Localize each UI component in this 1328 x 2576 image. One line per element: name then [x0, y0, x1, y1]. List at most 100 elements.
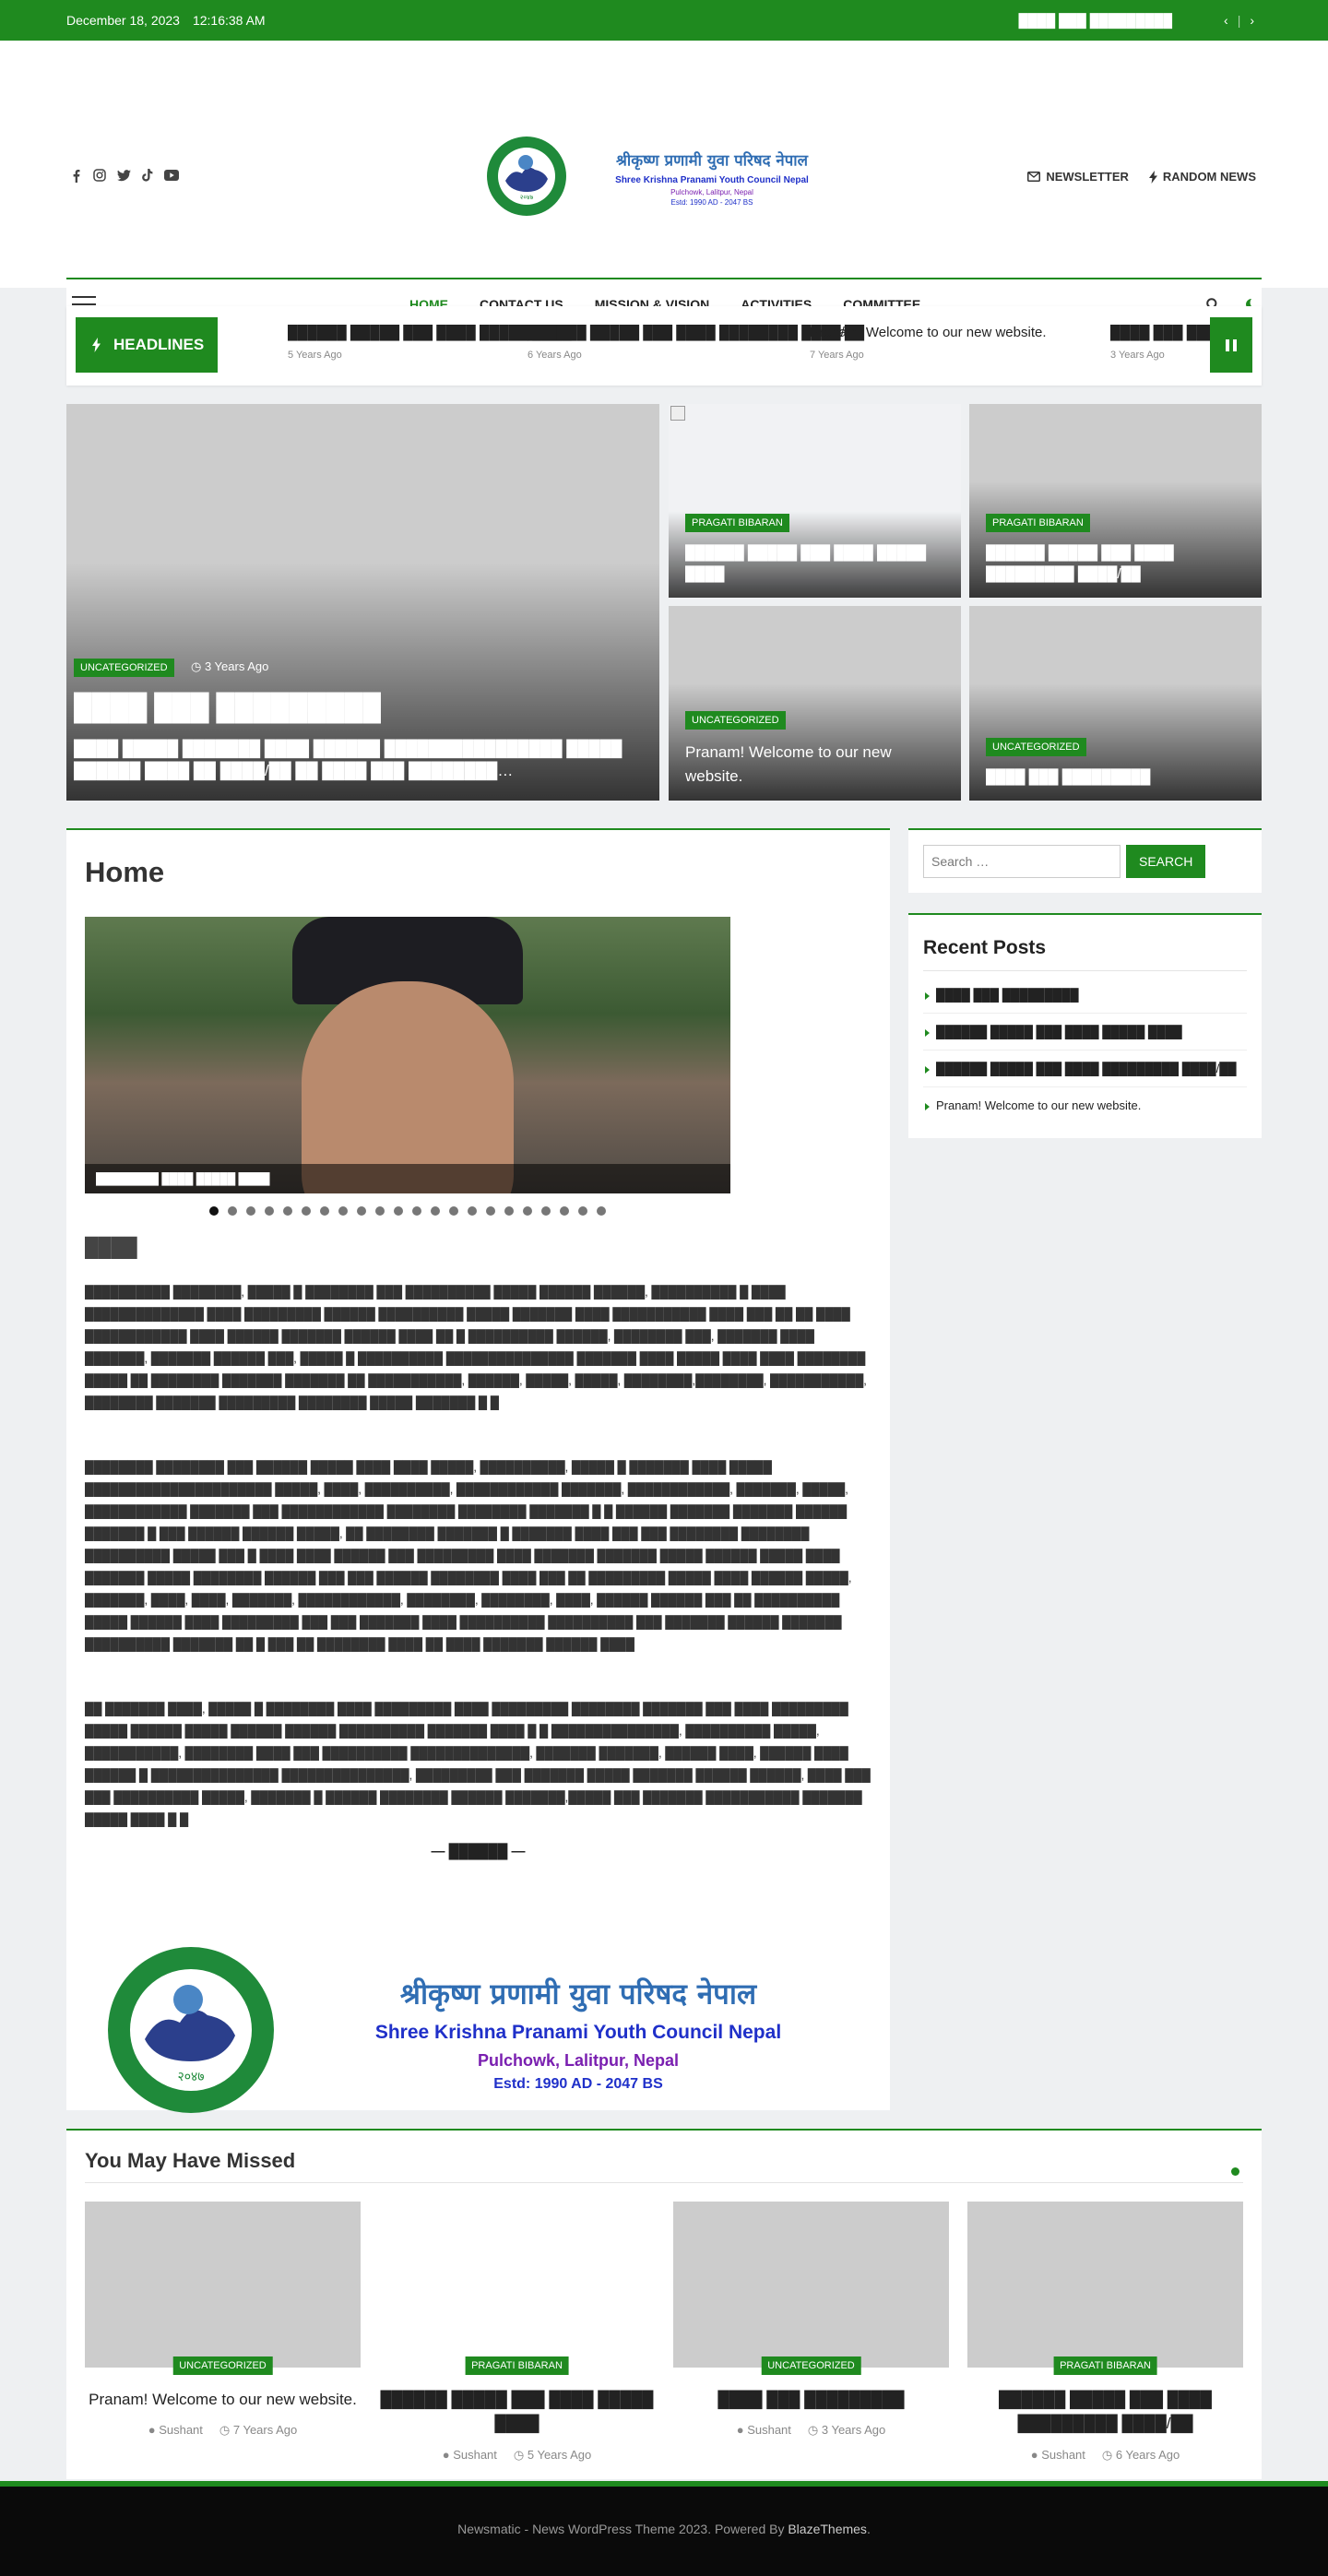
slider-dot[interactable] [504, 1206, 514, 1216]
category-badge[interactable]: PRAGATI BIBARAN [1053, 2356, 1157, 2375]
newsletter-link[interactable]: NEWSLETTER [1027, 170, 1129, 184]
organization-banner: २०४७ श्रीकृष्ण प्रणामी युवा परिषद नेपाल … [103, 1942, 841, 2118]
slider-dot[interactable] [412, 1206, 421, 1216]
banner-estd: Estd: 1990 AD - 2047 BS [493, 2076, 663, 2092]
site-header: २०४७ श्रीकृष्ण प्रणामी युवा परिषद नेपाल … [0, 41, 1328, 329]
slider-dot[interactable] [265, 1206, 274, 1216]
recent-post-link[interactable]: ██████ █████ ███ ████ █████████ ████/██ [923, 1051, 1247, 1087]
category-badge[interactable]: PRAGATI BIBARAN [465, 2356, 569, 2375]
youtube-icon[interactable] [164, 168, 179, 183]
missed-post-title[interactable]: ████ ███ █████████ [673, 2388, 949, 2412]
hero-card[interactable]: PRAGATI BIBARAN ██████ █████ ███ ████ ███… [969, 404, 1262, 598]
slider-dot[interactable] [541, 1206, 551, 1216]
category-badge[interactable]: UNCATEGORIZED [986, 737, 1086, 756]
post-time: ◷ 6 Years Ago [1101, 2447, 1180, 2462]
slider-dot[interactable] [357, 1206, 366, 1216]
category-badge[interactable]: UNCATEGORIZED [761, 2356, 861, 2375]
banner-address: Pulchowk, Lalitpur, Nepal [477, 2051, 680, 2070]
banner-seal-year: २०४७ [177, 2070, 204, 2084]
sidebar: Search … SEARCH Recent Posts ████ ███ ██… [908, 828, 1262, 1158]
slider-dot[interactable] [302, 1206, 311, 1216]
random-news-link[interactable]: RANDOM NEWS [1148, 170, 1256, 184]
you-may-have-missed: You May Have Missed UNCATEGORIZED Pranam… [66, 2129, 1262, 2479]
site-footer: Newsmatic - News WordPress Theme 2023. P… [0, 2481, 1328, 2576]
slider-dot[interactable] [597, 1206, 606, 1216]
content-paragraph: ██ ███████ ████, █████ █ ████████ ████ █… [85, 1702, 871, 1826]
slider-dot[interactable] [431, 1206, 440, 1216]
hero-main-card[interactable]: UNCATEGORIZED ◷ 3 Years Ago ████ ███ ███… [66, 404, 659, 801]
slider-dot[interactable] [320, 1206, 329, 1216]
post-time: ◷ 3 Years Ago [807, 2423, 886, 2438]
slider-dot[interactable] [578, 1206, 587, 1216]
image-slider[interactable]: ████████ ████ █████ ████ [85, 917, 730, 1193]
recent-post-link[interactable]: ████ ███ █████████ [923, 977, 1247, 1014]
section-title: You May Have Missed [85, 2149, 1243, 2183]
recent-post-link[interactable]: ██████ █████ ███ ████ █████ ████ [923, 1014, 1247, 1051]
hero-card-title[interactable]: ████ ███ █████████ [986, 767, 1245, 789]
hero-card[interactable]: UNCATEGORIZED ████ ███ █████████ [969, 606, 1262, 801]
slider-dot[interactable] [283, 1206, 292, 1216]
slider-dot[interactable] [228, 1206, 237, 1216]
slider-dot[interactable] [338, 1206, 348, 1216]
slider-dot[interactable] [486, 1206, 495, 1216]
slider-dot[interactable] [394, 1206, 403, 1216]
chevron-left-icon[interactable]: ‹ [1224, 13, 1228, 28]
missed-post-card[interactable]: UNCATEGORIZED Pranam! Welcome to our new… [85, 2202, 361, 2463]
author[interactable]: ● Sushant [443, 2448, 497, 2463]
category-badge[interactable]: UNCATEGORIZED [172, 2356, 273, 2375]
category-badge[interactable]: PRAGATI BIBARAN [685, 514, 789, 532]
page-content: Home ████████ ████ █████ ████ ████ █████… [66, 828, 890, 2113]
author[interactable]: ● Sushant [737, 2423, 791, 2438]
site-logo[interactable]: २०४७ श्रीकृष्ण प्रणामी युवा परिषद नेपाल … [485, 135, 845, 218]
instagram-icon[interactable] [92, 168, 107, 183]
chevron-right-icon[interactable]: › [1250, 13, 1254, 28]
slider-dot[interactable] [468, 1206, 477, 1216]
footer-link[interactable]: BlazeThemes [788, 2522, 867, 2536]
time-text: 12:16:38 AM [192, 13, 266, 28]
slider-dot[interactable] [449, 1206, 458, 1216]
hero-main-title[interactable]: ████ ███ █████████ [74, 688, 643, 727]
slider-dot[interactable] [246, 1206, 255, 1216]
top-bar: December 18, 2023 12:16:38 AM ████ ███ █… [0, 0, 1328, 41]
missed-post-card[interactable]: UNCATEGORIZED ████ ███ █████████ ● Susha… [673, 2202, 949, 2463]
hero-card-title[interactable]: ██████ █████ ███ ████ █████ ████ [685, 543, 944, 585]
footer-text: Newsmatic - News WordPress Theme 2023. P… [457, 2522, 788, 2536]
slider-caption: ████████ ████ █████ ████ [85, 1164, 730, 1193]
pause-button[interactable] [1210, 317, 1252, 373]
author[interactable]: ● Sushant [148, 2423, 203, 2438]
top-ticker[interactable]: ████ ███ █████████ [1019, 13, 1172, 28]
missed-post-title[interactable]: ██████ █████ ███ ████ █████████ ████/██ [967, 2388, 1243, 2437]
headline-item[interactable]: Pranam! Welcome to our new website. 7 Yea… [810, 325, 1047, 361]
facebook-icon[interactable] [68, 168, 83, 183]
slider-dot[interactable] [209, 1206, 219, 1216]
slider-dot[interactable] [560, 1206, 569, 1216]
search-button[interactable]: SEARCH [1126, 845, 1206, 878]
slider-dot[interactable] [375, 1206, 385, 1216]
social-links [68, 168, 179, 183]
hero-card[interactable]: UNCATEGORIZED Pranam! Welcome to our new … [669, 606, 961, 801]
slider-dot[interactable] [523, 1206, 532, 1216]
missed-post-title[interactable]: ██████ █████ ███ ████ █████ ████ [379, 2388, 655, 2437]
headlines-list: ██████ █████ ███ ████ █████ ████ 5 Years … [288, 325, 1211, 371]
headline-item[interactable]: ████ ███ ████████3 Years Ago [1110, 325, 1211, 361]
content-paragraph: ██████████ ████████, █████ █ ████████ ██… [85, 1285, 867, 1409]
tiktok-icon[interactable] [140, 168, 155, 183]
recent-post-link[interactable]: Pranam! Welcome to our new website. [923, 1087, 1247, 1123]
logo-address: Pulchowk, Lalitpur, Nepal [670, 188, 753, 196]
category-badge[interactable]: UNCATEGORIZED [74, 659, 174, 678]
search-input[interactable]: Search … [923, 845, 1120, 878]
logo-title-np: श्रीकृष्ण प्रणामी युवा परिषद नेपाल [616, 151, 808, 170]
hero-card-title[interactable]: ██████ █████ ███ ████ █████████ ████/██ [986, 543, 1245, 585]
envelope-icon [1027, 172, 1041, 182]
category-badge[interactable]: UNCATEGORIZED [685, 711, 786, 730]
hero-card[interactable]: PRAGATI BIBARAN ██████ █████ ███ ████ ███… [669, 404, 961, 598]
carousel-dot[interactable] [1231, 2167, 1239, 2176]
category-badge[interactable]: PRAGATI BIBARAN [986, 514, 1090, 532]
missed-post-card[interactable]: PRAGATI BIBARAN ██████ █████ ███ ████ ██… [379, 2202, 655, 2463]
twitter-icon[interactable] [116, 168, 131, 183]
author[interactable]: ● Sushant [1031, 2448, 1085, 2463]
missed-post-title[interactable]: Pranam! Welcome to our new website. [85, 2388, 361, 2412]
hero-grid: UNCATEGORIZED ◷ 3 Years Ago ████ ███ ███… [66, 404, 1262, 801]
missed-post-card[interactable]: PRAGATI BIBARAN ██████ █████ ███ ████ ██… [967, 2202, 1243, 2463]
hero-card-title[interactable]: Pranam! Welcome to our new website. [685, 741, 944, 788]
